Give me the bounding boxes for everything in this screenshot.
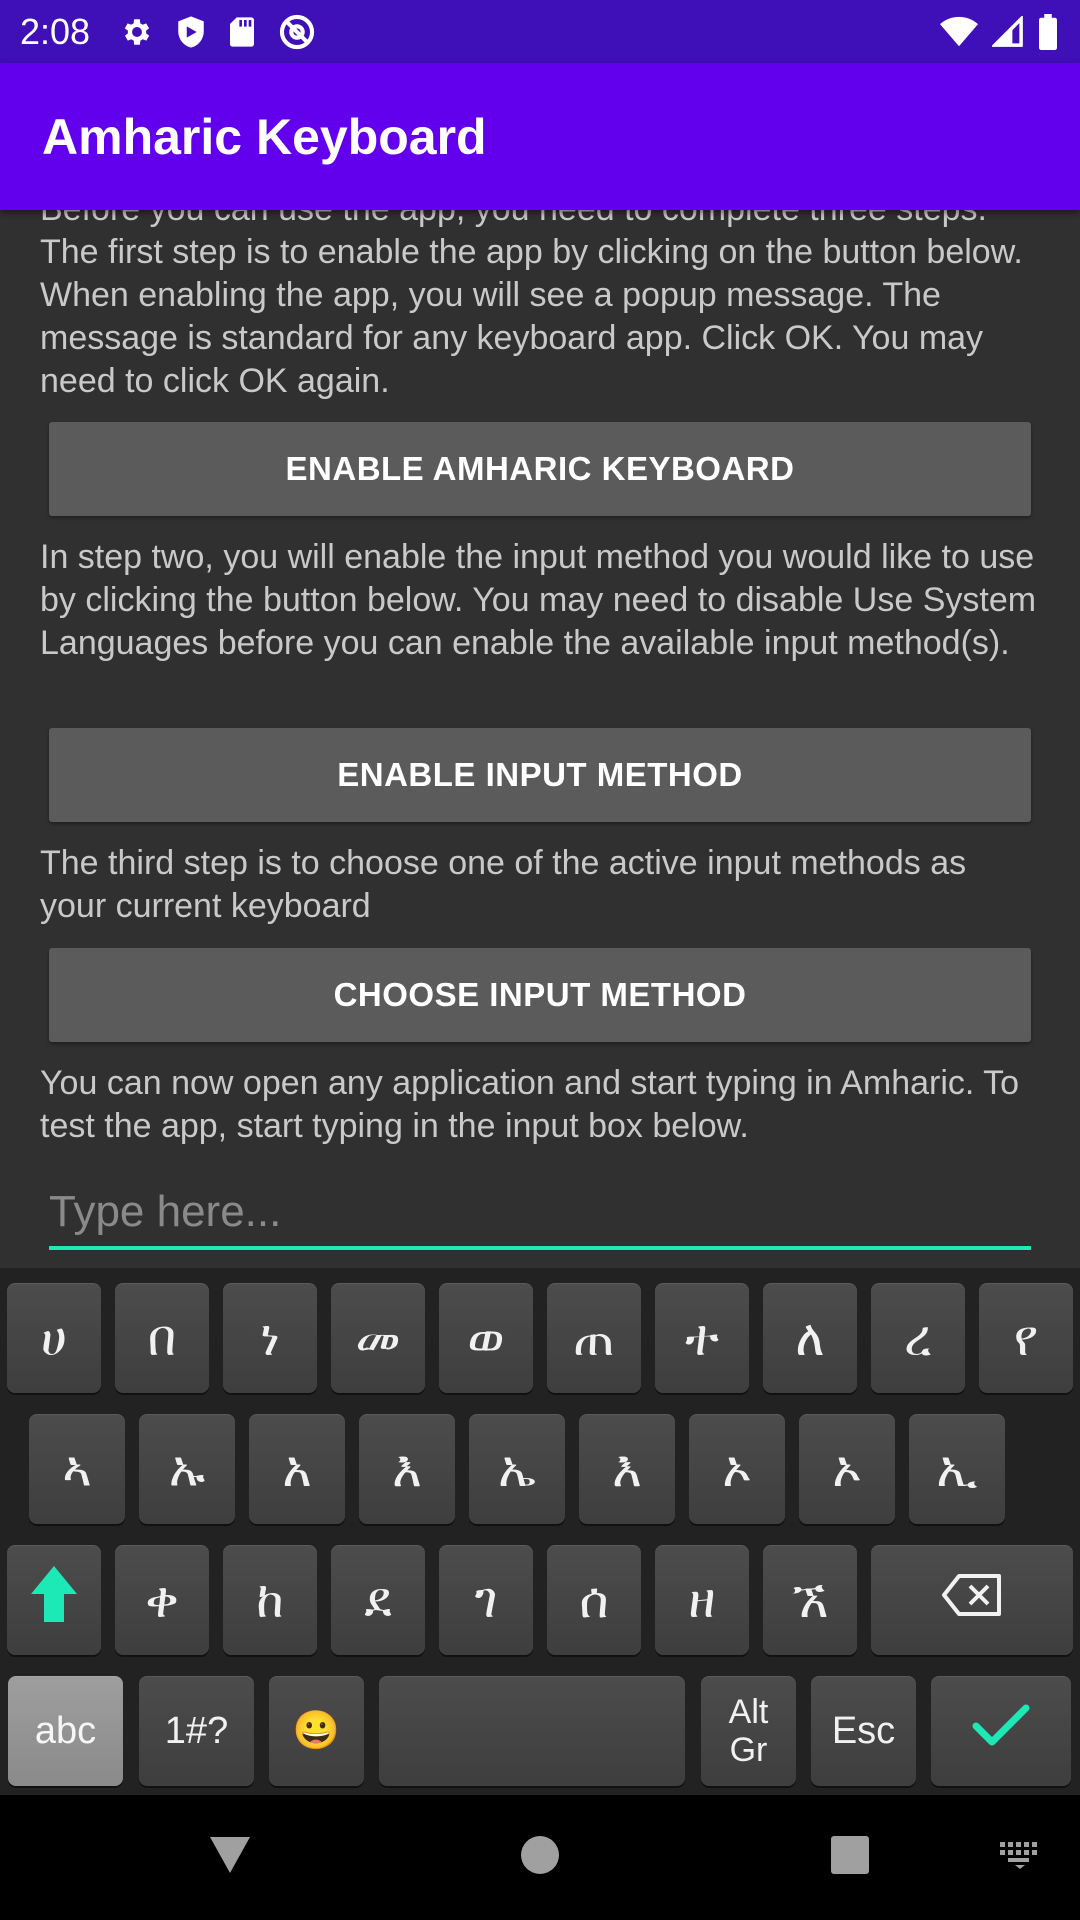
key-re[interactable]: ረ bbox=[871, 1283, 965, 1393]
back-button[interactable] bbox=[190, 1795, 270, 1920]
key-he[interactable]: ኧ bbox=[763, 1545, 857, 1655]
key-se[interactable]: ሰ bbox=[547, 1545, 641, 1655]
step-three-instructions: The third step is to choose one of the a… bbox=[40, 844, 967, 925]
back-icon bbox=[208, 1835, 252, 1880]
key-ha[interactable]: ሀ bbox=[7, 1283, 101, 1393]
battery-icon bbox=[1038, 13, 1058, 50]
key-e[interactable]: አ bbox=[249, 1414, 345, 1524]
app-bar: Amharic Keyboard bbox=[0, 63, 1080, 210]
signal-icon bbox=[992, 15, 1024, 48]
status-time: 2:08 bbox=[20, 10, 91, 52]
home-button[interactable] bbox=[500, 1795, 580, 1920]
abc-key[interactable]: abc bbox=[8, 1676, 123, 1786]
key-a[interactable]: ኣ bbox=[29, 1414, 125, 1524]
key-qe[interactable]: ቀ bbox=[115, 1545, 209, 1655]
key-ne[interactable]: ነ bbox=[223, 1283, 317, 1393]
gear-icon bbox=[120, 15, 154, 49]
checkmark-icon bbox=[972, 1702, 1030, 1760]
home-icon bbox=[520, 1835, 560, 1880]
keyboard-switch-button[interactable] bbox=[980, 1795, 1060, 1920]
key-i-2[interactable]: እ bbox=[579, 1414, 675, 1524]
recents-icon bbox=[830, 1835, 870, 1880]
key-te[interactable]: ተ bbox=[655, 1283, 749, 1393]
app-title: Amharic Keyboard bbox=[42, 108, 487, 165]
key-o[interactable]: ኦ bbox=[689, 1414, 785, 1524]
enable-input-method-button[interactable]: ENABLE INPUT METHOD bbox=[49, 728, 1031, 822]
shift-key[interactable] bbox=[7, 1545, 101, 1655]
keyboard-switch-icon bbox=[998, 1840, 1042, 1875]
status-icons-right bbox=[940, 13, 1058, 50]
sd-card-icon bbox=[228, 16, 256, 48]
test-instructions: You can now open any application and sta… bbox=[40, 1064, 1020, 1145]
backspace-key[interactable] bbox=[871, 1545, 1073, 1655]
step-two-instructions: In step two, you will enable the input m… bbox=[40, 538, 1037, 662]
key-ee[interactable]: ኤ bbox=[469, 1414, 565, 1524]
backspace-icon bbox=[941, 1571, 1003, 1629]
on-screen-keyboard: ሀ በ ነ መ ወ ጠ ተ ለ ረ የ ኣ ኡ አ እ ኤ እ ኦ ኦ ኢ ቀ … bbox=[0, 1268, 1080, 1795]
emoji-key[interactable]: 😀 bbox=[269, 1676, 364, 1786]
alt-gr-key[interactable]: Alt Gr bbox=[701, 1676, 796, 1786]
at-sign-icon bbox=[278, 13, 316, 51]
alt-gr-label-line1: Alt bbox=[728, 1693, 769, 1731]
wifi-icon bbox=[940, 16, 978, 48]
status-icons-left bbox=[120, 13, 316, 51]
key-de[interactable]: ደ bbox=[331, 1545, 425, 1655]
space-key[interactable] bbox=[379, 1676, 685, 1786]
key-ii[interactable]: ኢ bbox=[909, 1414, 1005, 1524]
key-ke[interactable]: ከ bbox=[223, 1545, 317, 1655]
shift-arrow-icon bbox=[29, 1564, 79, 1636]
key-o-2[interactable]: ኦ bbox=[799, 1414, 895, 1524]
key-u[interactable]: ኡ bbox=[139, 1414, 235, 1524]
navigation-bar bbox=[0, 1795, 1080, 1920]
key-me[interactable]: መ bbox=[331, 1283, 425, 1393]
choose-input-method-button[interactable]: CHOOSE INPUT METHOD bbox=[49, 948, 1031, 1042]
key-ye[interactable]: የ bbox=[979, 1283, 1073, 1393]
shield-icon bbox=[176, 15, 206, 49]
status-bar: 2:08 bbox=[0, 0, 1080, 63]
step-one-instructions: Before you can use the app, you need to … bbox=[40, 210, 1023, 400]
test-input-field[interactable] bbox=[49, 1178, 1031, 1250]
key-be[interactable]: በ bbox=[115, 1283, 209, 1393]
recents-button[interactable] bbox=[810, 1795, 890, 1920]
key-ge[interactable]: ገ bbox=[439, 1545, 533, 1655]
enable-amharic-keyboard-button[interactable]: ENABLE AMHARIC KEYBOARD bbox=[49, 422, 1031, 516]
key-te-ejective[interactable]: ጠ bbox=[547, 1283, 641, 1393]
main-content[interactable]: Before you can use the app, you need to … bbox=[0, 210, 1080, 1268]
alt-gr-label-line2: Gr bbox=[729, 1731, 768, 1769]
enter-key[interactable] bbox=[931, 1676, 1071, 1786]
key-i[interactable]: እ bbox=[359, 1414, 455, 1524]
key-ze[interactable]: ዘ bbox=[655, 1545, 749, 1655]
symbols-key[interactable]: 1#? bbox=[139, 1676, 254, 1786]
key-le[interactable]: ለ bbox=[763, 1283, 857, 1393]
key-we[interactable]: ወ bbox=[439, 1283, 533, 1393]
esc-key[interactable]: Esc bbox=[811, 1676, 916, 1786]
